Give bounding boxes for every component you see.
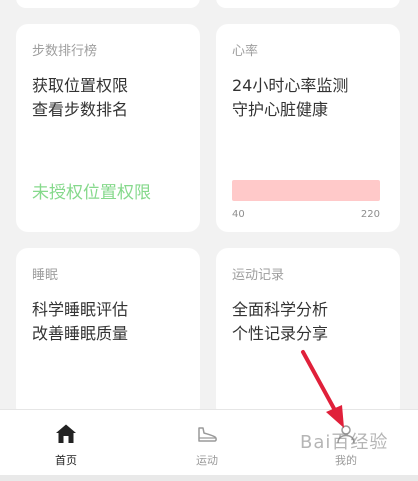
nav-sport[interactable]: 运动 xyxy=(167,410,247,476)
bottom-edge xyxy=(0,475,418,481)
top-card-left[interactable] xyxy=(16,0,200,8)
exercise-record-card[interactable]: 运动记录 全面科学分析 个性记录分享 xyxy=(216,248,400,419)
heart-rate-card[interactable]: 心率 24小时心率监测 守护心脏健康 40 220 xyxy=(216,24,400,232)
heart-rate-description: 24小时心率监测 守护心脏健康 xyxy=(232,76,349,119)
top-card-right[interactable] xyxy=(216,0,400,8)
sleep-description: 科学睡眠评估 改善睡眠质量 xyxy=(32,300,129,343)
exercise-record-description: 全面科学分析 个性记录分享 xyxy=(232,300,329,343)
exercise-record-title: 运动记录 xyxy=(232,268,285,283)
sleep-card[interactable]: 睡眠 科学睡眠评估 改善睡眠质量 xyxy=(16,248,200,419)
heart-rate-min-label: 40 xyxy=(232,209,245,220)
nav-home-label: 首页 xyxy=(55,454,77,467)
steps-ranking-card[interactable]: 步数排行榜 获取位置权限 查看步数排名 未授权位置权限 xyxy=(16,24,200,232)
heart-rate-max-label: 220 xyxy=(360,209,380,220)
watermark-logo: Bai百经验 xyxy=(300,432,389,453)
heart-rate-range-bar xyxy=(232,180,380,201)
steps-ranking-title: 步数排行榜 xyxy=(32,44,98,59)
sneaker-icon xyxy=(198,427,217,442)
sleep-title: 睡眠 xyxy=(32,268,59,283)
nav-home[interactable]: 首页 xyxy=(26,410,106,476)
home-icon xyxy=(56,424,76,443)
nav-me-label: 我的 xyxy=(335,454,357,467)
location-permission-status: 未授权位置权限 xyxy=(32,183,151,203)
steps-ranking-description: 获取位置权限 查看步数排名 xyxy=(32,76,129,119)
nav-sport-label: 运动 xyxy=(196,454,218,467)
heart-rate-title: 心率 xyxy=(232,44,259,59)
